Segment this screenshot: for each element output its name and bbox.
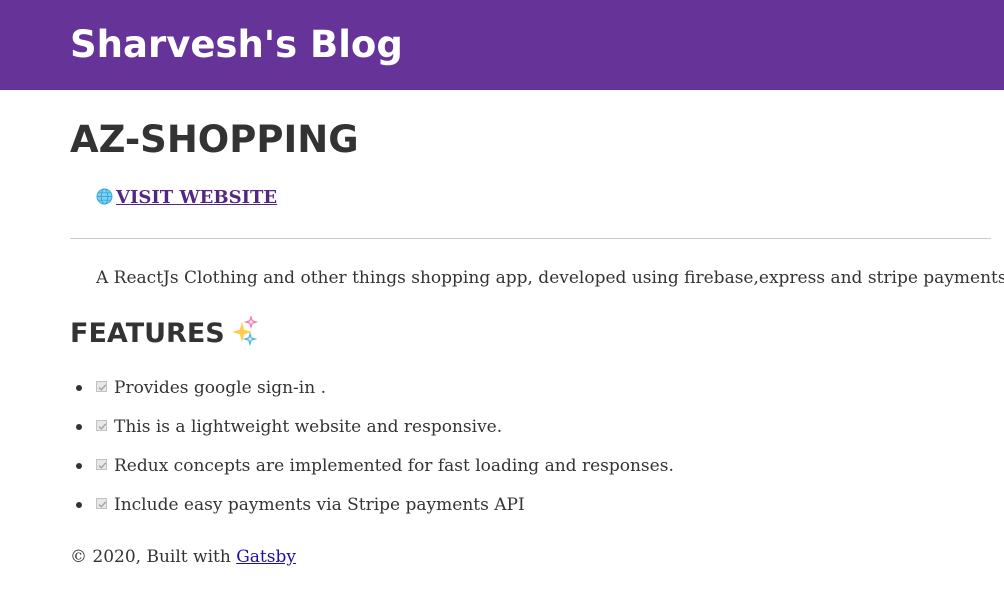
feature-text: Provides google sign-in . (114, 378, 326, 398)
features-heading: FEATURES (70, 314, 259, 356)
bullet (76, 463, 82, 469)
site-header: Sharvesh's Blog (0, 0, 1004, 90)
checkbox-checked-icon (96, 459, 107, 470)
bullet (76, 424, 82, 430)
features-heading-text: FEATURES (70, 318, 225, 349)
gatsby-link[interactable]: Gatsby (236, 547, 296, 567)
globe-icon (96, 188, 113, 212)
footer-copyright: © 2020, Built with (70, 547, 237, 567)
divider (70, 238, 991, 239)
site-footer: © 2020, Built with Gatsby (70, 545, 296, 569)
sparkles-icon (231, 314, 259, 356)
site-title-link[interactable]: Sharvesh's Blog (70, 20, 403, 70)
feature-text: Redux concepts are implemented for fast … (114, 456, 674, 476)
post-description: A ReactJs Clothing and other things shop… (96, 268, 1004, 288)
visit-website-label: VISIT WEBSITE (116, 187, 278, 208)
feature-text: This is a lightweight website and respon… (114, 417, 503, 437)
checkbox-checked-icon (96, 381, 107, 392)
bullet (76, 502, 82, 508)
feature-text: Include easy payments via Stripe payment… (114, 495, 525, 515)
checkbox-checked-icon (96, 420, 107, 431)
page-title: AZ-SHOPPING (70, 118, 359, 161)
visit-website-link[interactable]: VISIT WEBSITE (96, 186, 277, 212)
checkbox-checked-icon (96, 498, 107, 509)
bullet (76, 385, 82, 391)
